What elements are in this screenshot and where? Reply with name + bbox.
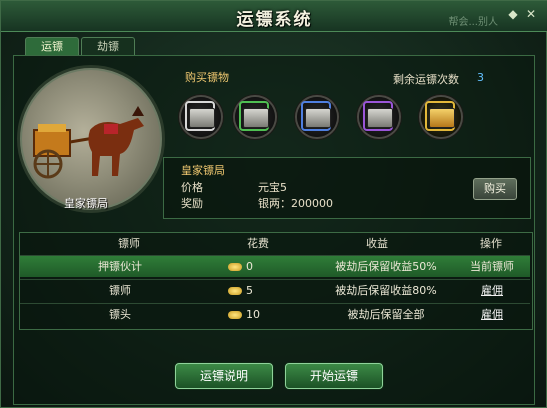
guard-cost: 5	[246, 284, 253, 297]
remaining-escorts-count: 3	[477, 71, 484, 84]
treasure-chest-icon	[429, 108, 455, 128]
buy-button[interactable]: 购买	[473, 178, 517, 200]
guard-income: 被劫后保留收益80%	[335, 284, 437, 297]
gold-ingot-icon	[228, 263, 242, 271]
start-escort-button[interactable]: 开始运镖	[285, 363, 383, 389]
escort-cart-portrait	[17, 65, 165, 213]
guard-cost: 0	[246, 260, 253, 273]
escort-help-button[interactable]: 运镖说明	[175, 363, 273, 389]
treasure-chest-icon	[189, 108, 215, 128]
price-value: 元宝5	[258, 181, 287, 194]
help-icon[interactable]: ◆	[506, 7, 520, 21]
cargo-slot-blue[interactable]	[297, 97, 337, 137]
escort-company-name: 皇家镖局	[64, 197, 108, 210]
table-row[interactable]: 镖师 5 被劫后保留收益80% 雇佣	[20, 279, 530, 301]
guard-action-current: 当前镖师	[470, 260, 514, 273]
guard-income: 被劫后保留全部	[347, 308, 425, 321]
horse-cart-icon	[33, 106, 144, 179]
table-header-income: 收益	[366, 237, 388, 250]
table-row[interactable]: 镖头 10 被劫后保留全部 雇佣	[20, 303, 530, 325]
table-header-cost: 花费	[247, 237, 269, 250]
price-label: 价格	[181, 181, 203, 194]
gold-ingot-icon	[228, 287, 242, 295]
treasure-chest-icon	[305, 108, 331, 128]
guard-name: 押镖伙计	[98, 260, 142, 273]
guard-income: 被劫后保留收益50%	[335, 260, 437, 273]
tab-escort[interactable]: 运镖	[25, 37, 79, 56]
gold-ingot-icon	[228, 311, 242, 319]
close-icon[interactable]: ✕	[524, 7, 538, 21]
tab-rob[interactable]: 劫镖	[81, 37, 135, 56]
table-header-guard: 镖师	[118, 237, 140, 250]
guard-name: 镖头	[109, 308, 131, 321]
title-watermark-text: 帮会...别人	[448, 17, 498, 28]
guard-cost: 10	[246, 308, 260, 321]
escort-window: 运镖系统 帮会...别人 ◆ ✕ 运镖 劫镖 皇家镖局 购买镖物 剩余运镖次数 …	[0, 0, 547, 408]
table-header-action: 操作	[480, 237, 502, 250]
remaining-escorts-label: 剩余运镖次数	[393, 73, 459, 86]
cargo-slot-white[interactable]	[181, 97, 221, 137]
reward-value: 银两：200000	[258, 197, 333, 210]
reward-label: 奖励	[181, 197, 203, 210]
hire-guard-link[interactable]: 雇佣	[462, 280, 522, 302]
selected-cargo-name: 皇家镖局	[181, 164, 225, 177]
treasure-chest-icon	[243, 108, 269, 128]
cargo-slot-purple[interactable]	[359, 97, 399, 137]
treasure-chest-icon	[367, 108, 393, 128]
table-row[interactable]: 押镖伙计 0 被劫后保留收益50% 当前镖师	[20, 255, 530, 277]
cargo-slot-green[interactable]	[235, 97, 275, 137]
guard-name: 镖师	[109, 284, 131, 297]
hire-head-guard-link[interactable]: 雇佣	[462, 304, 522, 326]
cargo-slot-gold[interactable]	[421, 97, 461, 137]
purchase-section-title: 购买镖物	[185, 71, 229, 84]
